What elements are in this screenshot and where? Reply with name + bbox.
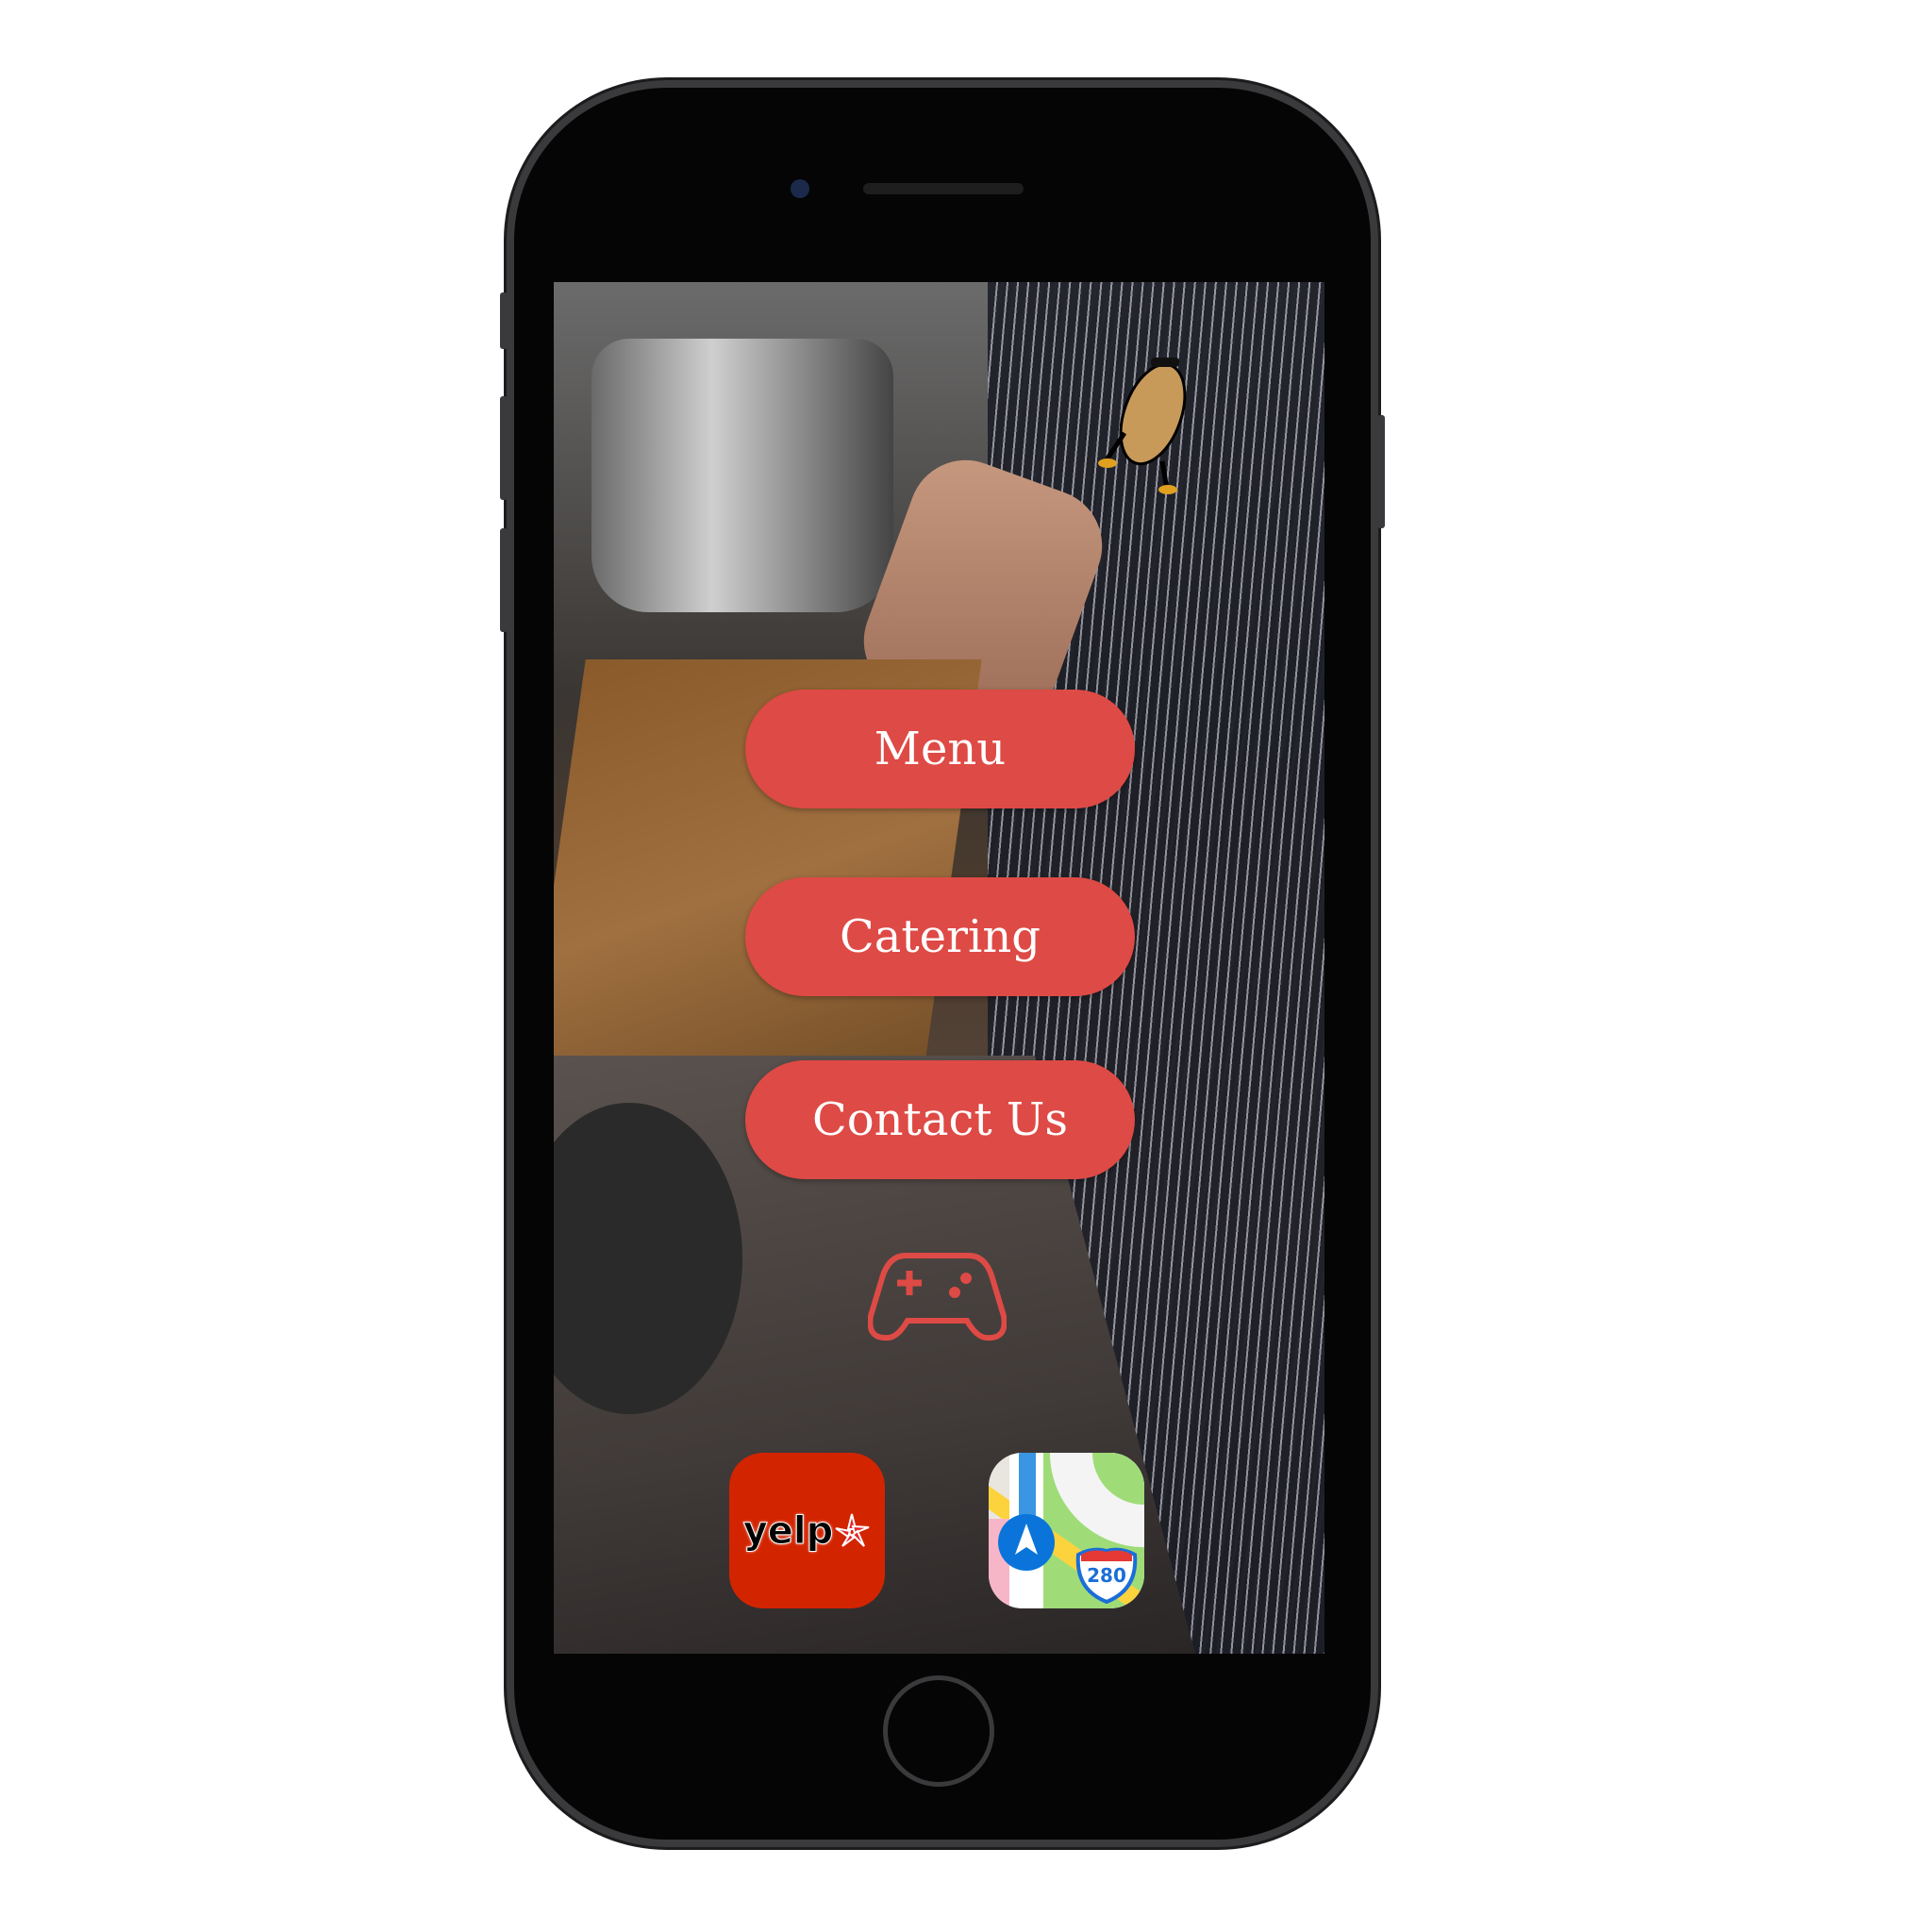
front-camera	[791, 179, 809, 198]
catering-button[interactable]: Catering	[745, 877, 1135, 996]
yelp-logo-text: yelp	[742, 1508, 834, 1553]
yelp-burst-icon	[835, 1513, 870, 1547]
volume-down-button	[500, 528, 508, 632]
power-button	[1377, 415, 1385, 528]
sandwich-mascot-logo	[1098, 358, 1187, 494]
volume-up-button	[500, 396, 508, 500]
interstate-shield-number: 280	[1087, 1564, 1126, 1587]
mute-switch	[500, 292, 508, 349]
home-button[interactable]	[883, 1675, 994, 1787]
contact-us-button[interactable]: Contact Us	[745, 1060, 1135, 1179]
earpiece-speaker	[863, 183, 1024, 194]
background-pot	[591, 339, 893, 612]
yelp-app-icon[interactable]: yelp	[729, 1453, 885, 1608]
gamepad-icon[interactable]	[868, 1250, 1007, 1344]
menu-button[interactable]: Menu	[745, 690, 1135, 808]
maps-app-icon[interactable]: 280	[989, 1453, 1144, 1608]
